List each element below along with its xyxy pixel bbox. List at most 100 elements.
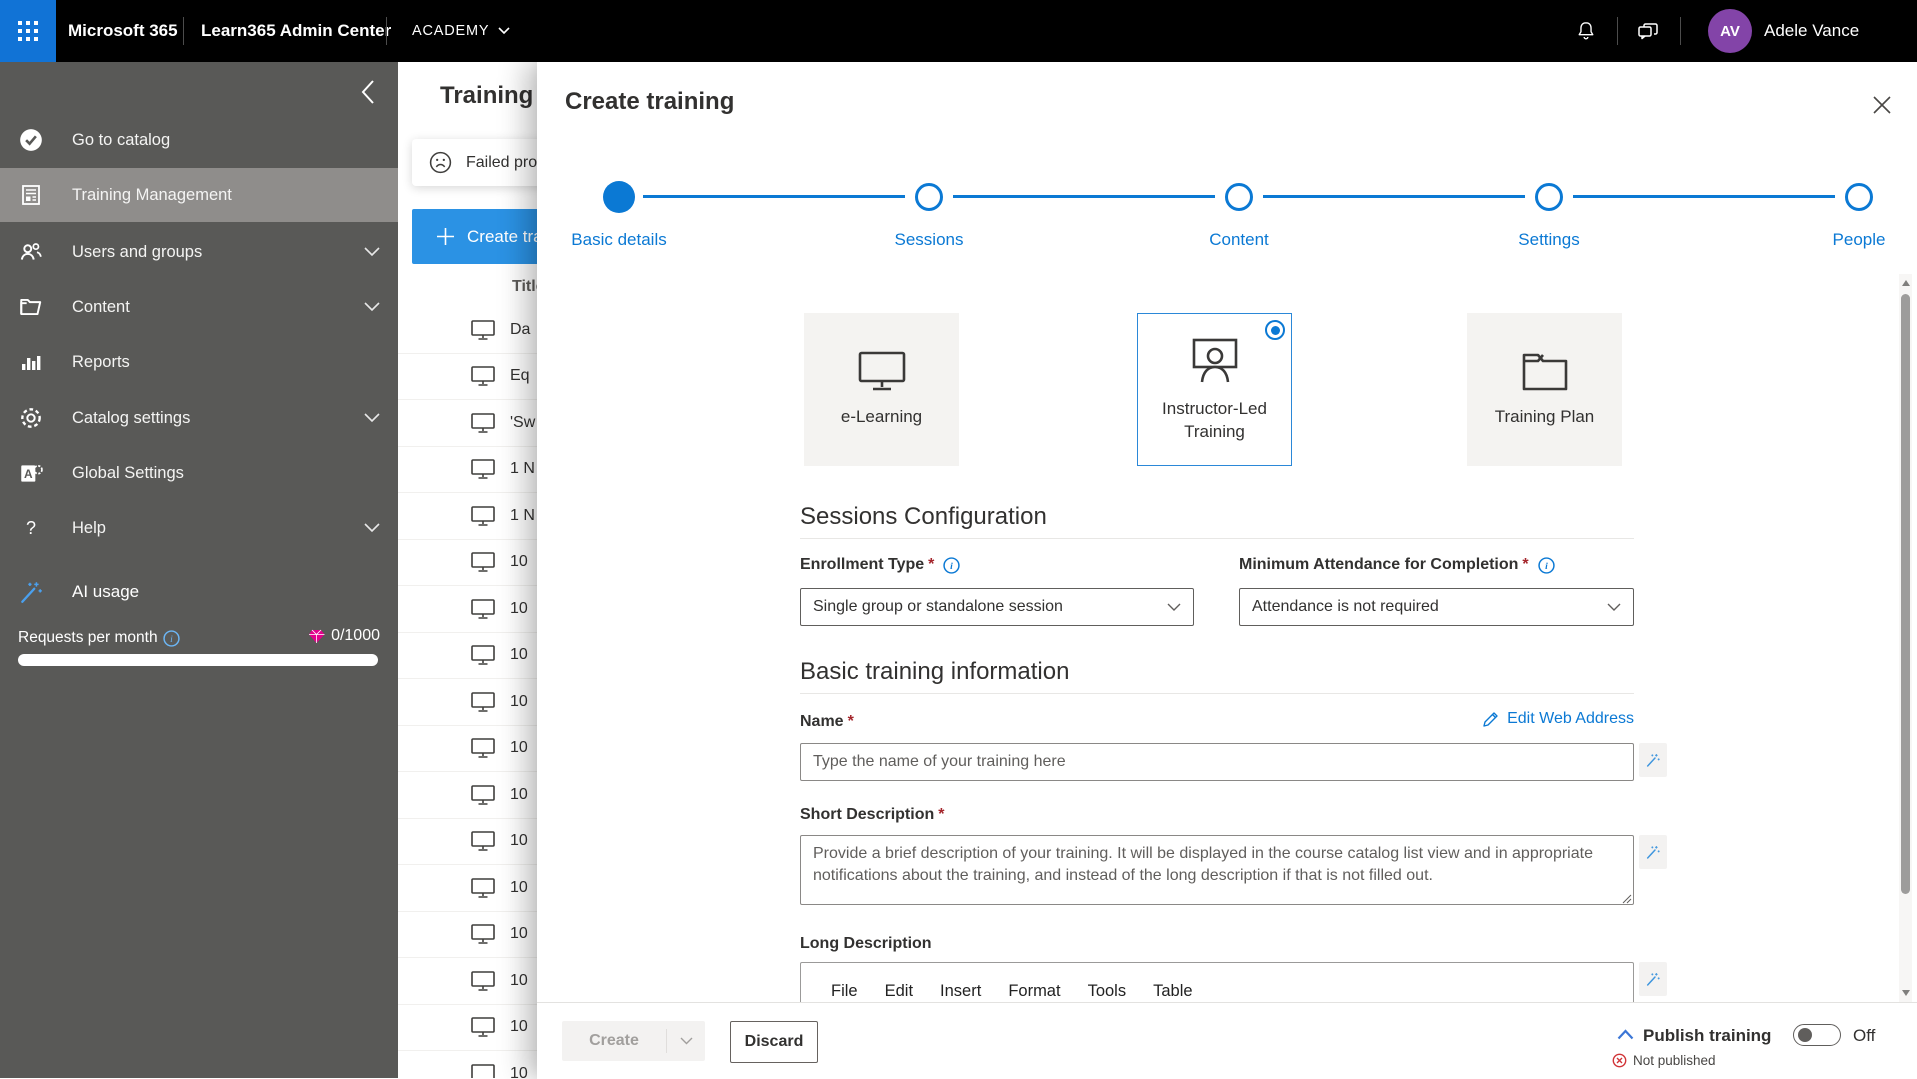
step-circle-people[interactable] [1845,183,1873,211]
topbar-divider [183,17,184,45]
step-connector [1573,195,1835,198]
app-title-link[interactable]: Learn365 Admin Center [201,0,391,62]
type-card-instructor-led[interactable]: Instructor-Led Training [1137,313,1292,466]
ai-assist-long-desc-button[interactable] [1639,962,1667,996]
short-description-label: Short Description * [800,806,944,824]
row-title: 10 [510,553,528,571]
catalog-check-icon [18,127,44,153]
type-card-label: Instructor-Led Training [1162,399,1267,441]
monitor-icon [471,970,495,991]
chevron-down-icon [364,413,380,423]
step-connector [1263,195,1525,198]
required-asterisk: * [847,713,854,730]
avatar[interactable]: AV [1708,9,1752,53]
sidebar-item-users-and-groups[interactable]: Users and groups [0,225,398,279]
create-split-dropdown[interactable] [667,1021,705,1061]
short-description-textarea[interactable] [800,835,1634,905]
ai-assist-short-desc-button[interactable] [1639,835,1667,869]
monitor-icon [471,459,495,480]
select-value: Single group or standalone session [813,598,1063,615]
step-connector [643,195,905,198]
monitor-icon [471,552,495,573]
editor-menu-format[interactable]: Format [1008,982,1060,1001]
create-button[interactable]: Create [562,1021,705,1061]
step-circle-sessions[interactable] [915,183,943,211]
close-button[interactable] [1869,92,1895,118]
notifications-button[interactable] [1566,11,1606,51]
radio-selected-icon [1265,320,1285,340]
info-icon[interactable]: i [943,556,961,574]
sad-face-icon [429,151,452,174]
sidebar-item-reports[interactable]: Reports [0,335,398,389]
discard-button[interactable]: Discard [730,1021,818,1063]
editor-menu-file[interactable]: File [831,982,858,1001]
user-name[interactable]: Adele Vance [1764,0,1859,62]
scrollbar-thumb[interactable] [1901,294,1910,894]
sidebar-item-content[interactable]: Content [0,280,398,334]
publish-training-label: Publish training [1643,1026,1772,1045]
step-label-content[interactable]: Content [1129,230,1349,250]
plus-icon [437,228,454,245]
tenant-dropdown[interactable]: ACADEMY [412,0,510,62]
step-circle-settings[interactable] [1535,183,1563,211]
enrollment-type-select[interactable]: Single group or standalone session [800,588,1194,626]
sidebar-item-global-settings[interactable]: A Global Settings [0,446,398,500]
gear-icon [18,405,44,431]
sidebar-collapse-button[interactable] [352,76,384,108]
info-icon[interactable]: i [1537,556,1555,574]
sidebar-item-help[interactable]: ? Help [0,501,398,555]
step-circle-content[interactable] [1225,183,1253,211]
ai-usage-progress-bar [18,654,378,666]
create-button-label: Create [589,1032,639,1049]
chevron-down-icon [364,247,380,257]
not-published-icon [1612,1053,1627,1068]
step-circle-basic-details[interactable] [603,181,635,213]
svg-text:i: i [170,634,173,645]
scrollbar-up-arrow[interactable] [1902,280,1910,286]
training-name-input[interactable] [800,743,1634,781]
editor-menu-tools[interactable]: Tools [1088,982,1127,1001]
sidebar-item-go-to-catalog[interactable]: Go to catalog [0,113,398,167]
sidebar: Go to catalog Training Management Users … [0,62,398,1078]
close-icon [1873,96,1891,114]
ai-assist-name-button[interactable] [1639,743,1667,777]
instructor-board-icon [1192,339,1237,383]
editor-menu-edit[interactable]: Edit [885,982,913,1001]
step-label-people[interactable]: People [1749,230,1917,250]
sidebar-item-training-management[interactable]: Training Management [0,168,398,222]
editor-menu-table[interactable]: Table [1153,982,1192,1001]
publish-toggle[interactable] [1793,1024,1841,1046]
create-training-modal: Create training Basic details Sessions C… [537,62,1917,1079]
min-attendance-label: Minimum Attendance for Completion * i [1239,556,1555,574]
min-attendance-select[interactable]: Attendance is not required [1239,588,1634,626]
magic-wand-icon [1646,754,1660,767]
app-launcher-button[interactable] [0,0,56,62]
sidebar-item-ai-usage[interactable]: AI usage [0,576,398,608]
scrollbar-down-arrow[interactable] [1902,990,1910,996]
info-icon[interactable]: i [162,629,180,647]
enrollment-type-label: Enrollment Type * i [800,556,961,574]
type-card-training-plan[interactable]: Training Plan [1467,313,1622,466]
sidebar-item-catalog-settings[interactable]: Catalog settings [0,391,398,445]
collapse-publish-panel-button[interactable] [1617,1029,1634,1040]
modal-scrollbar[interactable] [1899,274,1912,1002]
type-card-elearning[interactable]: e-Learning [804,313,959,466]
step-label-settings[interactable]: Settings [1439,230,1659,250]
brand-link[interactable]: Microsoft 365 [68,0,178,62]
monitor-icon [471,1017,495,1038]
step-label-basic-details[interactable]: Basic details [509,230,729,250]
step-label-sessions[interactable]: Sessions [819,230,1039,250]
diamond-icon [309,629,325,643]
required-asterisk: * [1522,556,1529,573]
topbar-divider [1680,17,1681,45]
monitor-icon [471,505,495,526]
monitor-icon [471,412,495,433]
row-title: 10 [510,1018,528,1036]
feedback-button[interactable] [1628,11,1668,51]
svg-text:i: i [951,561,954,572]
top-bar: Microsoft 365 Learn365 Admin Center ACAD… [0,0,1917,62]
edit-web-address-link[interactable]: Edit Web Address [1482,710,1634,728]
monitor-icon [471,366,495,387]
row-title: 10 [510,925,528,943]
editor-menu-insert[interactable]: Insert [940,982,981,1001]
